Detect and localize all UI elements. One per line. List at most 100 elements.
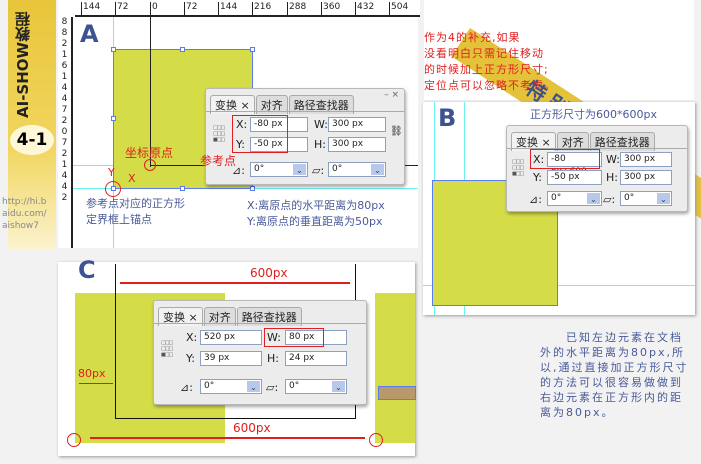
selection-handle[interactable]: [250, 47, 255, 52]
panel-c-letter: C: [78, 256, 96, 284]
ruler-tick: 360: [321, 2, 340, 15]
ruler-tick: 216: [252, 2, 271, 15]
angle-label: ⊿:: [529, 193, 542, 206]
chevron-down-icon[interactable]: ⌄: [587, 193, 600, 204]
origin-marker-circle: [67, 433, 81, 447]
transform-panel-c[interactable]: 变换 × 对齐 路径查找器 □□□ □□□ ■□□ X: 520 px Y: 39 px…: [153, 300, 367, 405]
note-line: 定界框上锚点: [86, 213, 152, 226]
url-line: aishow7: [2, 221, 40, 231]
small-rectangle[interactable]: [378, 386, 416, 400]
chevron-down-icon[interactable]: ⌄: [293, 164, 306, 175]
vertical-ruler[interactable]: 8 8 2 1 6 1 4 4 7 2 0 7 2 1 4 4 2: [58, 17, 73, 248]
shear-label: ▱:: [266, 381, 279, 394]
constrain-link-icon[interactable]: ⛓: [390, 126, 403, 137]
y-field[interactable]: -50 px: [547, 170, 602, 185]
right-square[interactable]: [375, 293, 415, 443]
explanation-note: 已知左边元素在文档外的水平距离为80px,所以,通过直接加正方形尺寸的方法可以很…: [540, 331, 689, 419]
highlight-box: [232, 115, 288, 153]
anchor-note: 参考点对应的正方形 定界框上锚点: [86, 196, 185, 228]
ruler-tick: 72: [115, 2, 128, 15]
note-line: 作为4的补充,如果: [424, 31, 521, 44]
w-field[interactable]: 300 px: [328, 117, 386, 132]
ruler-tick: 144: [218, 2, 237, 15]
axis-x-label: X: [128, 172, 136, 185]
transform-panel-b[interactable]: 变换 ×对齐路径查找器 □□□□□□■□□ X: -80 px+600 Y: -…: [506, 125, 688, 212]
w-label: W:: [606, 153, 620, 166]
h-field[interactable]: 300 px: [328, 137, 386, 152]
panel-a-letter: A: [80, 20, 99, 48]
url-line: http://hi.b: [2, 197, 47, 207]
ruler-tick: 432: [355, 2, 374, 15]
transform-panel-a[interactable]: 变换 × 对齐 路径查找器 – × □□□ □□□ ■□□ X: -80 px Y: -…: [205, 88, 405, 185]
w-label: W:: [314, 118, 328, 131]
axis-y-label: Y: [108, 166, 115, 179]
shear-label: ▱:: [603, 193, 616, 206]
rotate-value: 0°: [254, 164, 265, 174]
note-line: 的时候加上正方形尺寸;: [424, 63, 549, 76]
selection-handle[interactable]: [180, 47, 185, 52]
h-label: H:: [606, 171, 618, 184]
note-line: X:离原点的水平距离为80px: [247, 199, 385, 212]
source-url: http://hi.b aidu.com/ aishow7: [2, 196, 47, 232]
origin-label: 坐标原点: [125, 146, 174, 160]
ruler-tick: 288: [287, 2, 306, 15]
selection-handle[interactable]: [111, 47, 116, 52]
shear-select[interactable]: 0° ⌄: [620, 191, 672, 206]
selection-handle[interactable]: [180, 186, 185, 191]
angle-label: ⊿:: [180, 381, 193, 394]
rotate-select[interactable]: 0° ⌄: [200, 379, 262, 394]
h-label: H:: [314, 138, 326, 151]
x-field[interactable]: 520 px: [200, 330, 262, 345]
h-label: H:: [267, 352, 279, 365]
note-line: 没看明白只需记住移动: [424, 47, 544, 60]
reference-point-grid-icon[interactable]: □□□ □□□ ■□□: [512, 159, 530, 177]
selection-handle[interactable]: [250, 186, 255, 191]
note-line: 定位点可以忽略不考虑。: [424, 79, 556, 92]
anchor-marker-circle: [105, 181, 121, 197]
size-note: 正方形尺寸为600*600px: [530, 108, 657, 121]
chevron-down-icon[interactable]: ⌄: [371, 164, 384, 175]
chevron-down-icon[interactable]: ⌄: [247, 381, 260, 392]
shear-select[interactable]: 0° ⌄: [285, 379, 347, 394]
distance-note: X:离原点的水平距离为80px Y:离原点的垂直距离为50px: [247, 198, 385, 230]
horizontal-ruler[interactable]: 144 72 0 72 144 216 288 360 432 504: [75, 0, 420, 17]
note-line: 参考点对应的正方形: [86, 197, 185, 210]
left-dimension-label: 80px: [78, 367, 106, 380]
dimension-arrow-top: [120, 282, 350, 284]
chevron-down-icon[interactable]: ⌄: [332, 381, 345, 392]
top-dimension-label: 600px: [250, 266, 288, 280]
shear-label: ▱:: [312, 164, 325, 177]
ruler-tick: 504: [389, 2, 408, 15]
shear-value: 0°: [289, 381, 300, 391]
w-field[interactable]: 300 px: [620, 152, 672, 167]
y-field[interactable]: 39 px: [200, 351, 262, 366]
reference-point-grid-icon[interactable]: □□□ □□□ ■□□: [161, 340, 179, 358]
dimension-arrow-bottom: [90, 437, 365, 439]
selection-handle[interactable]: [111, 116, 116, 121]
chevron-down-icon[interactable]: ⌄: [657, 193, 670, 204]
url-line: aidu.com/: [2, 209, 47, 219]
h-field[interactable]: 24 px: [285, 351, 347, 366]
dimension-arrow-left: [79, 383, 113, 384]
rotate-value: 0°: [551, 193, 562, 203]
shear-value: 0°: [332, 164, 343, 174]
shear-value: 0°: [624, 193, 635, 203]
y-label: Y:: [186, 352, 195, 365]
supplement-note: 作为4的补充,如果 没看明白只需记住移动 的时候加上正方形尺寸; 定位点可以忽略…: [424, 30, 556, 94]
reference-point-grid-icon[interactable]: □□□ □□□ ■□□: [213, 125, 231, 143]
origin-marker-circle: [369, 433, 383, 447]
tutorial-number: 4-1: [10, 125, 54, 155]
h-field[interactable]: 300 px: [620, 170, 672, 185]
highlight-box: [264, 328, 324, 347]
x-label: X:: [186, 331, 198, 344]
reference-point-label: 参考点: [200, 154, 237, 168]
rotate-select[interactable]: 0° ⌄: [547, 191, 602, 206]
ruler-tick: 144: [81, 2, 100, 15]
shear-select[interactable]: 0° ⌄: [328, 162, 386, 177]
ruler-tick: 72: [184, 2, 197, 15]
y-label: Y:: [533, 171, 542, 184]
rotate-value: 0°: [204, 381, 215, 391]
panel-close-icon[interactable]: – ×: [384, 90, 399, 100]
rotate-select[interactable]: 0° ⌄: [250, 162, 308, 177]
bottom-dimension-label: 600px: [233, 421, 271, 435]
